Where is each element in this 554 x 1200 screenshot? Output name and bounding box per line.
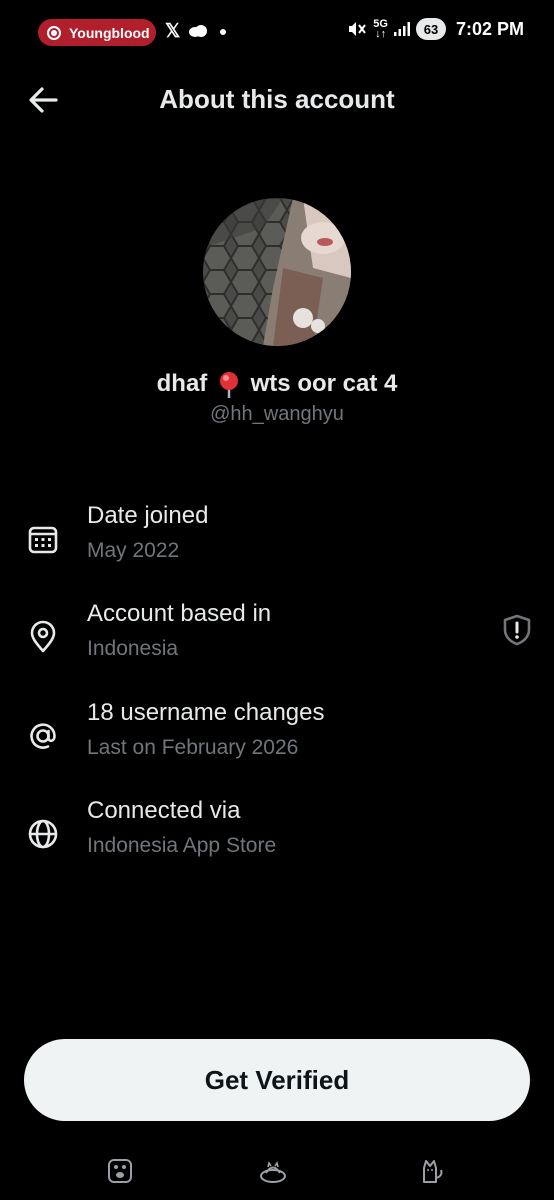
mute-vibrate-icon	[349, 22, 367, 36]
record-icon	[47, 25, 61, 40]
clock: 7:02 PM	[455, 18, 524, 39]
row-value: Indonesia App Store	[87, 834, 277, 857]
at-icon	[30, 723, 56, 749]
shield-alert-icon[interactable]	[500, 613, 534, 647]
x-icon: 𝕏	[165, 21, 181, 42]
status-bar: Youngblood 𝕏 5G ↓↑ 63 7:02 PM	[0, 0, 554, 64]
row-account-based-in: Account based in Indonesia	[0, 600, 554, 680]
row-date-joined: Date joined May 2022	[0, 502, 554, 582]
get-verified-button[interactable]: Get Verified	[24, 1039, 530, 1121]
calendar-icon	[28, 526, 58, 554]
username-handle: @hh_wanghyu	[210, 403, 344, 425]
cloud-icon	[189, 25, 207, 37]
cat-bed-icon[interactable]	[258, 1156, 288, 1186]
avatar[interactable]	[203, 198, 351, 346]
recording-pill[interactable]: Youngblood	[38, 19, 156, 46]
battery-icon: 63	[415, 18, 446, 40]
paw-icon[interactable]	[105, 1156, 135, 1186]
location-icon	[30, 620, 56, 653]
recording-app-label: Youngblood	[69, 24, 150, 41]
row-value: Last on February 2026	[87, 736, 299, 759]
navigation-bar	[0, 1152, 554, 1192]
display-name: dhaf wts oor cat 4	[156, 370, 398, 398]
pin-icon	[219, 371, 238, 398]
row-value: Indonesia	[87, 637, 179, 660]
header: About this account	[0, 64, 554, 136]
row-username-changes: 18 username changes Last on February 202…	[0, 699, 554, 779]
row-label: Account based in	[87, 600, 272, 627]
status-right: 5G ↓↑ 63 7:02 PM	[347, 18, 524, 40]
page-title: About this account	[159, 84, 395, 114]
row-label: 18 username changes	[87, 699, 325, 726]
row-value: May 2022	[87, 539, 180, 562]
network-type: 5G ↓↑	[373, 18, 388, 40]
row-label: Connected via	[87, 797, 241, 824]
avatar-photo	[203, 198, 351, 346]
cat-icon[interactable]	[416, 1156, 446, 1186]
signal-icon	[393, 22, 410, 36]
row-connected-via: Connected via Indonesia App Store	[0, 797, 554, 877]
globe-icon	[28, 819, 58, 849]
row-label: Date joined	[87, 502, 209, 529]
dot-icon	[220, 29, 226, 35]
